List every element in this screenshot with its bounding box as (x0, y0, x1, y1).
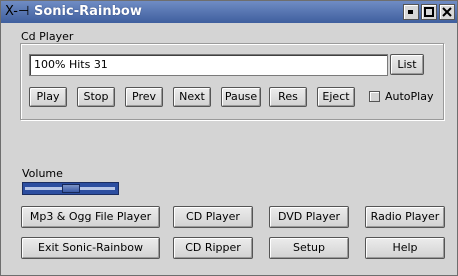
maximize-button[interactable] (421, 4, 437, 20)
volume-label: Volume (22, 167, 63, 180)
res-button[interactable]: Res (269, 87, 307, 107)
cd-player-group-label: Cd Player (21, 30, 74, 43)
exit-button[interactable]: Exit Sonic-Rainbow (21, 237, 160, 259)
minimize-icon (408, 10, 413, 14)
cd-ripper-button[interactable]: CD Ripper (173, 237, 253, 259)
stop-button[interactable]: Stop (77, 87, 115, 107)
window-menu-icon[interactable]: X-⊣ (5, 4, 31, 20)
track-name-field[interactable]: 100% Hits 31 (29, 54, 388, 76)
play-button[interactable]: Play (29, 87, 67, 107)
setup-button[interactable]: Setup (269, 237, 349, 259)
dvd-player-button[interactable]: DVD Player (269, 206, 349, 228)
volume-slider-thumb[interactable] (62, 184, 80, 193)
volume-slider[interactable] (22, 182, 119, 195)
cd-player-button[interactable]: CD Player (173, 206, 253, 228)
close-icon (442, 7, 452, 17)
window-title: Sonic-Rainbow (34, 4, 142, 19)
maximize-icon (424, 7, 434, 17)
list-button[interactable]: List (390, 54, 424, 75)
help-button[interactable]: Help (365, 237, 445, 259)
pause-button[interactable]: Pause (221, 87, 261, 107)
title-bar[interactable]: X-⊣ Sonic-Rainbow (1, 1, 457, 23)
prev-button[interactable]: Prev (125, 87, 163, 107)
autoplay-checkbox[interactable] (369, 91, 380, 102)
close-button[interactable] (439, 4, 455, 20)
autoplay-label[interactable]: AutoPlay (385, 90, 433, 104)
mp3-ogg-player-button[interactable]: Mp3 & Ogg File Player (21, 206, 160, 228)
eject-button[interactable]: Eject (317, 87, 355, 107)
app-window: X-⊣ Sonic-Rainbow Cd Player 100% Hits 31… (0, 0, 458, 276)
minimize-button[interactable] (403, 4, 419, 20)
radio-player-button[interactable]: Radio Player (365, 206, 445, 228)
next-button[interactable]: Next (173, 87, 211, 107)
